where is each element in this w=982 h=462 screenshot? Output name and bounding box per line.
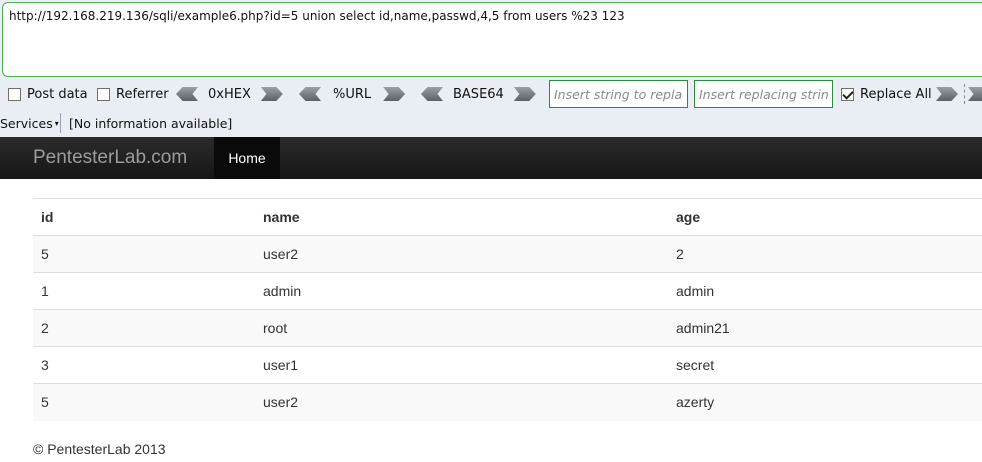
cell-age: admin	[668, 272, 982, 310]
cell-name: root	[255, 309, 668, 347]
base64-encoder: BASE64	[421, 80, 536, 108]
url-input[interactable]: http://192.168.219.136/sqli/example6.php…	[2, 2, 982, 77]
site-navbar: PentesterLab.com Home	[0, 137, 982, 179]
table-row: 3 user1 secret	[33, 346, 982, 384]
column-header-id: id	[33, 198, 255, 236]
hex-encoder: 0xHEX	[176, 80, 283, 108]
hex-encode-arrow-icon[interactable]	[261, 87, 283, 101]
base64-encode-arrow-icon[interactable]	[514, 87, 536, 101]
replace-all-label: Replace All	[860, 86, 932, 102]
post-data-checkbox[interactable]	[8, 87, 21, 101]
referrer-checkbox[interactable]	[97, 87, 110, 101]
cell-age: secret	[668, 346, 982, 384]
page-footer: © PentesterLab 2013	[33, 441, 166, 457]
chevron-down-icon: ▾	[54, 118, 59, 128]
url-decode-arrow-icon[interactable]	[299, 87, 321, 101]
post-data-toggle[interactable]: Post data	[8, 80, 88, 108]
find-string-input[interactable]	[549, 80, 688, 108]
cell-name: user2	[255, 383, 668, 421]
cell-name: admin	[255, 272, 668, 310]
replace-string-input[interactable]	[694, 80, 833, 108]
cell-id: 2	[33, 309, 255, 347]
post-data-label: Post data	[27, 86, 88, 102]
hex-decode-arrow-icon[interactable]	[176, 87, 198, 101]
info-bar: Services ▾ [No information available]	[0, 110, 982, 136]
referrer-label: Referrer	[116, 86, 169, 102]
cell-id: 3	[33, 346, 255, 384]
hackbar: http://192.168.219.136/sqli/example6.php…	[0, 0, 982, 137]
toolbar-divider	[964, 84, 965, 104]
table-header-row: id name age	[33, 198, 982, 236]
url-label: %URL	[333, 86, 372, 102]
hex-label: 0xHEX	[208, 86, 251, 102]
cell-id: 1	[33, 272, 255, 310]
replace-arrow-icon[interactable]	[936, 87, 958, 101]
table-row: 1 admin admin	[33, 272, 982, 310]
results-table: id name age 5 user2 2 1 admin admin 2 ro…	[33, 198, 982, 421]
replace-run[interactable]	[936, 80, 958, 108]
hackbar-toolbar: Post data Referrer 0xHEX %URL BASE64 Rep…	[0, 80, 982, 108]
url-encoder: %URL	[299, 80, 405, 108]
more-arrow-icon[interactable]	[968, 87, 982, 101]
more-tools[interactable]	[968, 80, 982, 108]
base64-decode-arrow-icon[interactable]	[421, 87, 443, 101]
site-brand[interactable]: PentesterLab.com	[33, 137, 187, 179]
cell-name: user2	[255, 235, 668, 273]
cell-age: admin21	[668, 309, 982, 347]
cell-age: azerty	[668, 383, 982, 421]
replace-all-toggle[interactable]: Replace All	[841, 80, 932, 108]
replace-all-checkbox[interactable]	[841, 87, 854, 101]
referrer-toggle[interactable]: Referrer	[97, 80, 169, 108]
table-row: 5 user2 2	[33, 235, 982, 273]
cell-id: 5	[33, 383, 255, 421]
column-header-name: name	[255, 198, 668, 236]
info-divider	[60, 113, 61, 133]
cell-age: 2	[668, 235, 982, 273]
nav-home-link[interactable]: Home	[214, 137, 280, 179]
url-encode-arrow-icon[interactable]	[383, 87, 405, 101]
table-row: 5 user2 azerty	[33, 383, 982, 421]
info-text: [No information available]	[69, 115, 233, 131]
services-label: Services	[0, 115, 53, 131]
column-header-age: age	[668, 198, 982, 236]
base64-label: BASE64	[453, 86, 504, 102]
cell-name: user1	[255, 346, 668, 384]
table-row: 2 root admin21	[33, 309, 982, 347]
cell-id: 5	[33, 235, 255, 273]
services-menu[interactable]: Services ▾	[0, 110, 59, 136]
